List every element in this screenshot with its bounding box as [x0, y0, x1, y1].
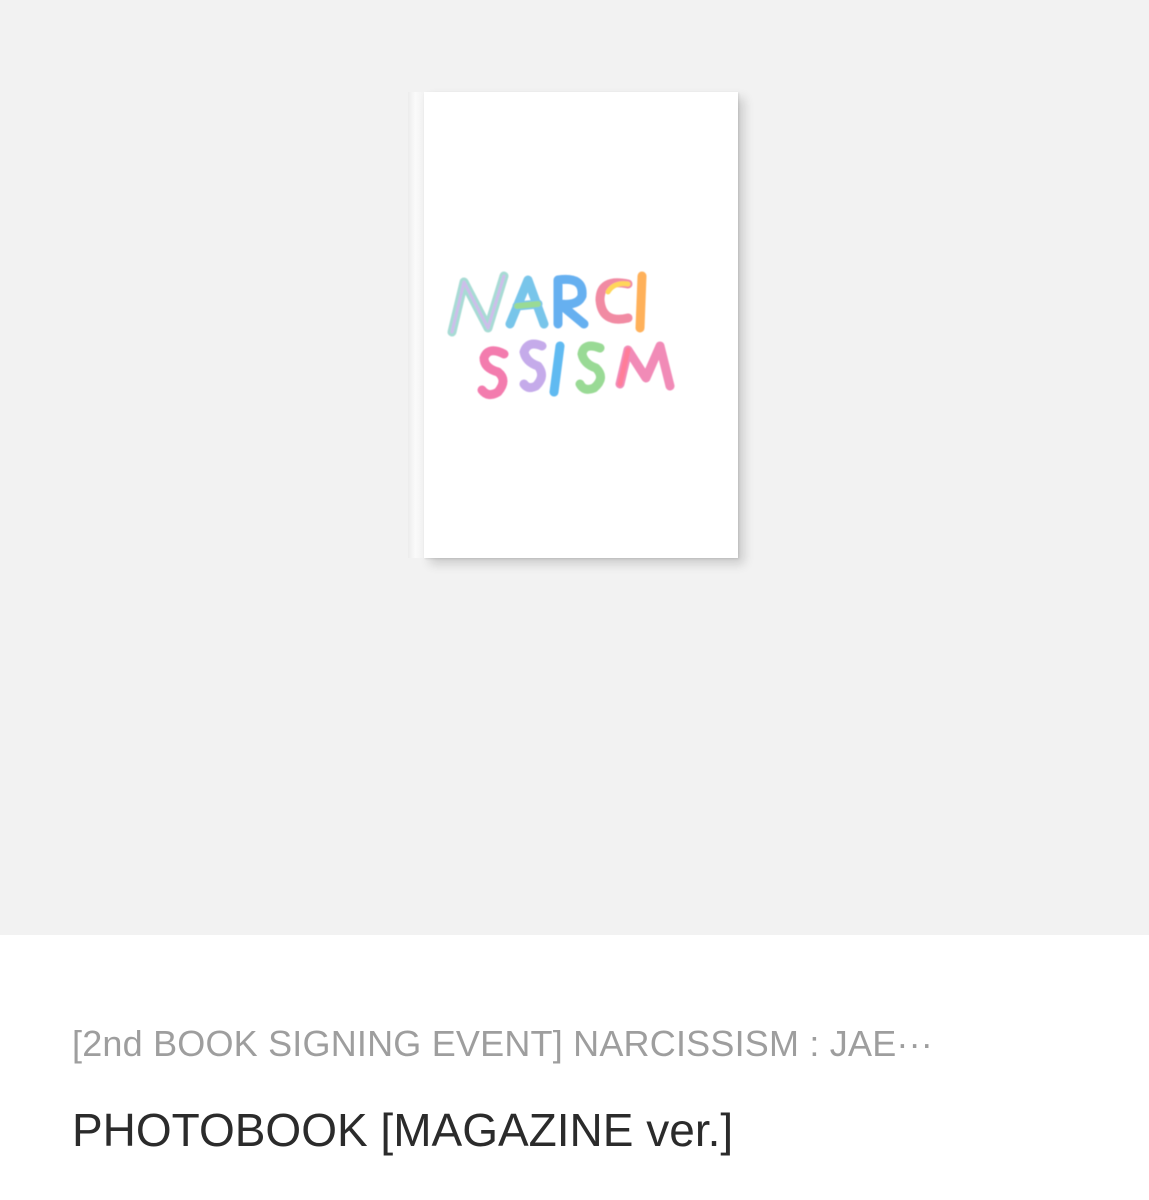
cover-logo-art	[447, 271, 675, 400]
product-image-area[interactable]	[0, 0, 1149, 935]
product-title-line1[interactable]: [2nd BOOK SIGNING EVENT] NARCISSISM : JA…	[72, 1023, 1072, 1065]
product-title-line2[interactable]: PHOTOBOOK [MAGAZINE ver.]	[72, 1103, 1072, 1157]
photobook-image	[408, 92, 738, 560]
book-cover	[424, 92, 738, 558]
